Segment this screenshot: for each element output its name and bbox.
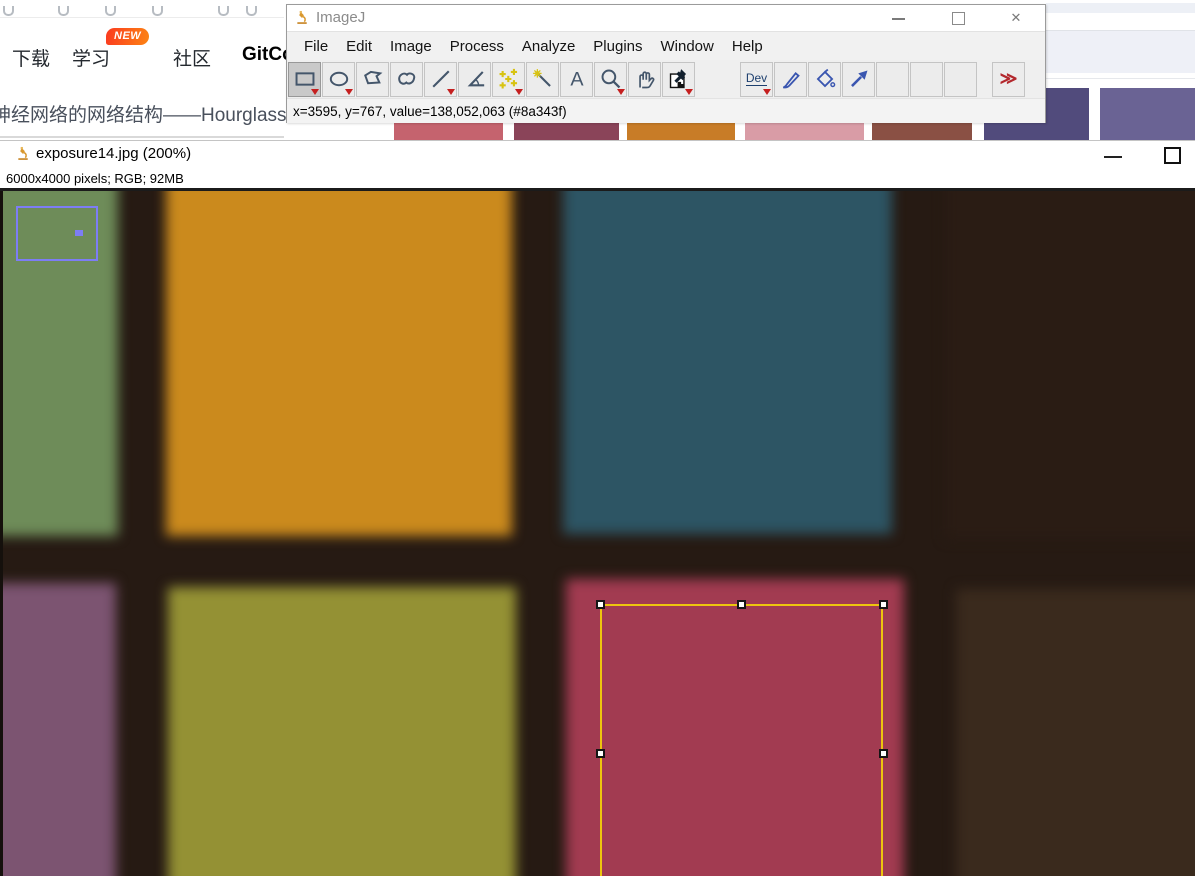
image-dimensions-text: 6000x4000 pixels; RGB; 92MB [6,171,184,186]
svg-text:A: A [570,68,584,90]
imagej-maximize-button[interactable] [943,5,973,31]
toolbar-spacer [696,62,739,97]
fill-tool[interactable] [808,62,841,97]
brush-tool[interactable] [774,62,807,97]
zoom-tool[interactable] [594,62,627,97]
orange-patch [166,191,512,536]
screenshot-stage: 下载学习NEW社区GitCo 神经网络的网络结构——Hourglass Imag… [0,0,1195,876]
imagej-window-title: ImageJ [316,9,365,26]
dark-patch-top-right [945,191,1195,539]
nav-item-2[interactable]: 学习NEW [72,44,110,71]
rectangle-tool[interactable] [288,62,321,97]
bg-swatch-brick [872,123,972,140]
teal-patch [563,191,892,534]
bg-swatch-rose [394,123,503,140]
wand-tool[interactable] [526,62,559,97]
zoom-indicator-viewport [75,230,83,236]
browser-panel-strip-2 [1046,31,1195,73]
selection-handle-2[interactable] [737,600,746,609]
brown-patch-bottom-right [956,589,1195,876]
browser-panel-strip-1 [1046,3,1195,13]
bg-swatch-darkpurple-b [1046,88,1089,124]
menu-file[interactable]: File [295,38,337,55]
empty-slot-2 [910,62,943,97]
imagej-menu-bar: FileEditImageProcessAnalyzePluginsWindow… [287,31,1045,60]
color-picker-tool[interactable] [662,62,695,97]
bg-swatch-purple [1100,88,1195,140]
menu-image[interactable]: Image [381,38,441,55]
pixel-readout: x=3595, y=767, value=138,052,063 (#8a343… [293,104,567,119]
line-tool[interactable] [424,62,457,97]
bg-swatch-maroon [514,123,619,140]
article-heading: 神经网络的网络结构——Hourglass [0,100,288,127]
image-window-minimize-button[interactable] [1104,156,1122,158]
imagej-title-bar[interactable]: ImageJ ✕ [287,5,1045,31]
empty-slot-3 [944,62,977,97]
menu-plugins[interactable]: Plugins [584,38,651,55]
bg-swatch-orange [627,123,735,140]
menu-help[interactable]: Help [723,38,772,55]
point-tool[interactable] [492,62,525,97]
menu-process[interactable]: Process [441,38,513,55]
image-window-title: exposure14.jpg (200%) [36,145,191,162]
image-window: exposure14.jpg (200%) 6000x4000 pixels; … [0,140,1195,876]
browser-panel-line-2 [1046,78,1195,79]
zoom-indicator-outline [16,206,98,261]
empty-slot-1 [876,62,909,97]
selection-handle-3[interactable] [879,600,888,609]
selection-handle-5[interactable] [879,749,888,758]
canvas-left-border [0,191,3,876]
bg-swatch-pink [745,123,864,140]
hand-tool[interactable] [628,62,661,97]
imagej-toolbar: A Dev ≫ [287,60,1045,98]
menu-analyze[interactable]: Analyze [513,38,584,55]
image-window-maximize-button[interactable] [1164,147,1181,164]
new-badge: NEW [106,28,149,45]
more-tools[interactable]: ≫ [992,62,1025,97]
imagej-main-window: ImageJ ✕ FileEditImageProcessAnalyzePlug… [286,4,1046,123]
arrow-tool[interactable] [842,62,875,97]
image-window-microscope-icon [16,146,31,162]
browser-nav: 下载学习NEW社区GitCo [0,0,286,90]
angle-tool[interactable] [458,62,491,97]
imagej-close-button[interactable]: ✕ [1001,5,1031,31]
image-canvas[interactable] [0,191,1195,876]
bg-swatch-darkpurple-a [984,123,1089,140]
imagej-status-bar: x=3595, y=767, value=138,052,063 (#8a343… [287,98,1045,123]
nav-item-3[interactable]: 社区 [173,44,211,71]
polygon-tool[interactable] [356,62,389,97]
selection-handle-1[interactable] [596,600,605,609]
oval-tool[interactable] [322,62,355,97]
mauve-patch [0,583,116,876]
heading-divider [0,136,284,138]
imagej-minimize-button[interactable] [883,5,913,31]
nav-item-1[interactable]: 下载 [12,44,50,71]
menu-window[interactable]: Window [652,38,723,55]
olive-patch [168,587,516,876]
image-window-title-bar[interactable]: exposure14.jpg (200%) [0,141,1195,168]
text-tool[interactable]: A [560,62,593,97]
imagej-microscope-icon [295,10,310,26]
selection-handle-4[interactable] [596,749,605,758]
dev-tool[interactable]: Dev [740,62,773,97]
freehand-tool[interactable] [390,62,423,97]
image-info-line: 6000x4000 pixels; RGB; 92MB [0,168,1195,188]
roi-selection-rect[interactable] [600,604,883,876]
menu-edit[interactable]: Edit [337,38,381,55]
